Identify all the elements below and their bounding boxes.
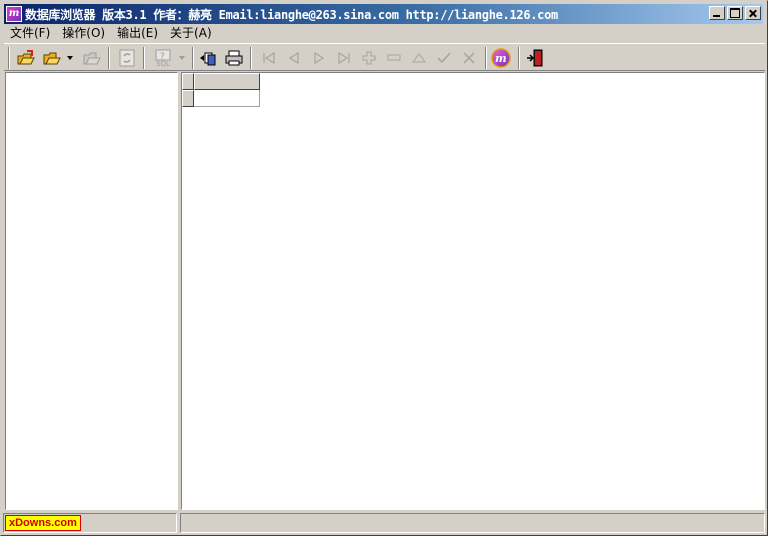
close-button[interactable] xyxy=(745,6,761,20)
sql-query-icon: ? xyxy=(155,49,171,61)
about-button[interactable]: m xyxy=(490,47,512,69)
open-db-button[interactable] xyxy=(15,47,37,69)
toolbar-separator xyxy=(485,47,487,69)
close-db-icon xyxy=(83,52,101,65)
sql-query-button[interactable]: ? SQL xyxy=(150,47,176,69)
toolbar: ? SQL m xyxy=(4,43,765,71)
refresh-button[interactable] xyxy=(116,47,138,69)
sql-label: SQL xyxy=(156,59,170,68)
exit-button[interactable] xyxy=(524,47,546,69)
toolbar-separator xyxy=(192,47,194,69)
sql-dropdown-icon xyxy=(179,56,185,60)
prior-record-icon xyxy=(288,52,299,64)
grid-corner-cell xyxy=(182,73,194,90)
print-button[interactable] xyxy=(223,47,245,69)
app-logo-icon[interactable]: m xyxy=(6,6,22,22)
first-record-icon xyxy=(263,52,275,64)
data-grid-panel[interactable] xyxy=(181,72,765,510)
window-controls xyxy=(707,6,761,20)
export-icon xyxy=(200,52,216,66)
grid-data-cell[interactable] xyxy=(194,90,260,107)
sql-dropdown-button[interactable] xyxy=(176,47,188,69)
menu-about[interactable]: 关于(A) xyxy=(164,24,218,42)
toolbar-grip xyxy=(8,47,10,69)
exit-icon xyxy=(527,49,543,67)
delete-record-button[interactable] xyxy=(383,47,405,69)
status-pane-right xyxy=(180,513,765,533)
open-db-icon xyxy=(17,50,35,65)
last-record-icon xyxy=(338,52,350,64)
prior-record-button[interactable] xyxy=(283,47,305,69)
menu-bar: 文件(F) 操作(O) 输出(E) 关于(A) xyxy=(4,24,218,42)
menu-operation[interactable]: 操作(O) xyxy=(56,24,111,42)
next-record-icon xyxy=(314,52,325,64)
app-window: m 数据库浏览器 版本3.1 作者：赫亮 Email:lianghe@263.s… xyxy=(0,0,768,536)
maximize-button[interactable] xyxy=(727,6,743,20)
grid-column-header[interactable] xyxy=(194,73,260,90)
next-record-button[interactable] xyxy=(308,47,330,69)
toolbar-separator xyxy=(143,47,145,69)
dropdown-arrow-icon xyxy=(67,56,73,60)
minimize-button[interactable] xyxy=(709,6,725,20)
status-bar: xDowns.com xyxy=(3,513,767,533)
print-icon xyxy=(225,50,243,66)
cancel-record-button[interactable] xyxy=(458,47,480,69)
menu-export[interactable]: 输出(E) xyxy=(111,24,164,42)
first-record-button[interactable] xyxy=(258,47,280,69)
delete-record-icon xyxy=(387,54,401,61)
cancel-record-icon xyxy=(463,52,475,64)
grid-row-indicator[interactable] xyxy=(182,90,194,107)
edit-record-button[interactable] xyxy=(408,47,430,69)
close-db-button[interactable] xyxy=(81,47,103,69)
toolbar-separator xyxy=(108,47,110,69)
open-folder-icon xyxy=(43,52,61,65)
window-title: 数据库浏览器 版本3.1 作者：赫亮 Email:lianghe@263.sin… xyxy=(25,7,558,22)
refresh-icon xyxy=(119,49,135,67)
database-tree-panel[interactable] xyxy=(5,72,178,510)
post-record-icon xyxy=(437,52,451,64)
watermark-badge: xDowns.com xyxy=(5,515,81,531)
menu-file[interactable]: 文件(F) xyxy=(4,24,56,42)
title-bar[interactable]: m 数据库浏览器 版本3.1 作者：赫亮 Email:lianghe@263.s… xyxy=(4,4,763,24)
export-button[interactable] xyxy=(197,47,219,69)
edit-record-icon xyxy=(412,53,426,63)
insert-record-button[interactable] xyxy=(358,47,380,69)
post-record-button[interactable] xyxy=(433,47,455,69)
toolbar-separator xyxy=(250,47,252,69)
toolbar-separator xyxy=(518,47,520,69)
open-folder-button[interactable] xyxy=(41,47,63,69)
open-dropdown-button[interactable] xyxy=(64,47,76,69)
svg-text:m: m xyxy=(495,52,507,65)
about-logo-icon: m xyxy=(491,48,511,68)
last-record-button[interactable] xyxy=(333,47,355,69)
insert-record-icon xyxy=(362,51,376,65)
